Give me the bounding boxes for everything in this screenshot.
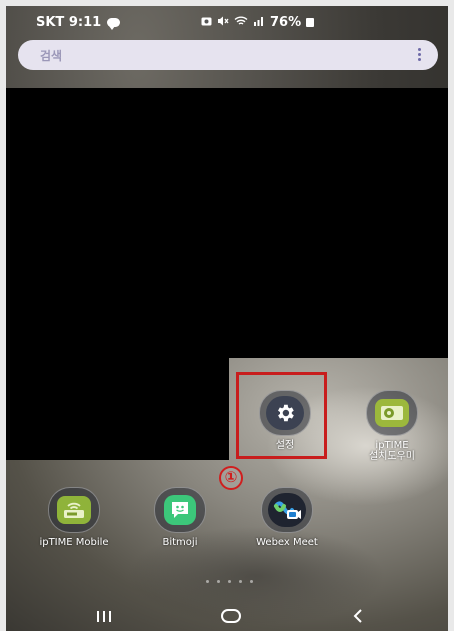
page-indicator: [206, 580, 253, 583]
battery-icon: [306, 18, 315, 27]
redacted-area: [6, 358, 229, 460]
status-left: SKT 9:11: [36, 15, 121, 30]
iptime-mobile-icon: [48, 487, 100, 533]
page-dot: [250, 580, 253, 583]
app-webex-meet[interactable]: Webex Meet: [237, 487, 337, 548]
more-options-icon[interactable]: [418, 48, 422, 63]
search-bar[interactable]: 검색: [18, 40, 438, 70]
highlight-box: [236, 372, 327, 459]
signal-icon: [253, 15, 265, 30]
page-dot: [206, 580, 209, 583]
app-label: Webex Meet: [256, 537, 318, 548]
back-icon[interactable]: [338, 601, 378, 631]
page-dot: [239, 580, 242, 583]
app-iptime-mobile[interactable]: ipTIME Mobile: [24, 487, 124, 548]
home-icon[interactable]: [211, 601, 251, 631]
recent-apps-icon[interactable]: [84, 601, 124, 631]
webex-icon: [261, 487, 313, 533]
app-label: ipTIME 설치도우미: [369, 440, 415, 462]
photo-icon: [201, 16, 212, 29]
app-bitmoji[interactable]: Bitmoji: [130, 487, 230, 548]
wifi-icon: [234, 15, 248, 30]
battery-level: 76%: [270, 15, 302, 30]
mute-icon: [217, 15, 229, 30]
carrier-time: SKT 9:11: [36, 15, 102, 30]
step-number: ①: [219, 466, 243, 490]
navigation-bar: [6, 601, 448, 631]
search-placeholder: 검색: [40, 48, 63, 63]
status-right: 76%: [201, 15, 315, 30]
redacted-area: [6, 88, 448, 358]
status-bar: SKT 9:11 76%: [6, 6, 448, 36]
app-label: ipTIME Mobile: [39, 537, 109, 548]
iptime-setup-icon: [366, 390, 418, 436]
phone-screen: SKT 9:11 76% 검색 설정 ipTIME 설치도우미 ipTIME M…: [6, 6, 448, 631]
app-label: Bitmoji: [162, 537, 198, 548]
app-iptime-setup[interactable]: ipTIME 설치도우미: [342, 390, 442, 462]
bitmoji-icon: [154, 487, 206, 533]
chat-icon: [107, 18, 121, 30]
page-dot: [228, 580, 231, 583]
page-dot: [217, 580, 220, 583]
